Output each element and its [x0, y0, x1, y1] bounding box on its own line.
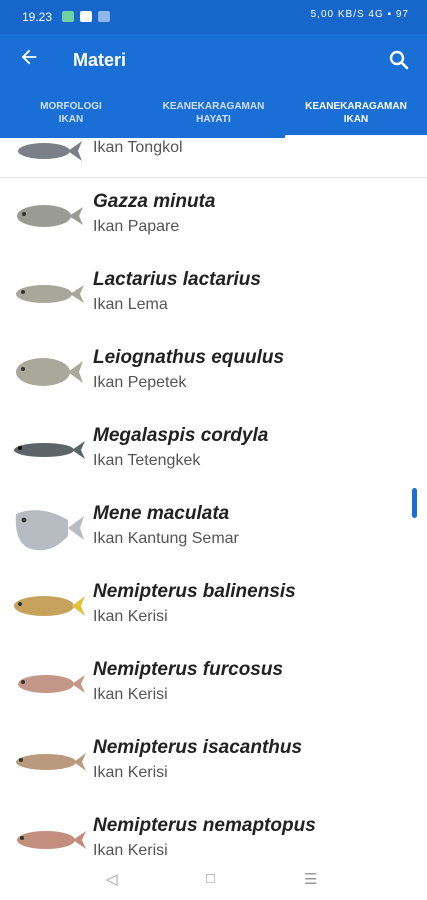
local-name: Ikan Kerisi — [93, 608, 168, 625]
local-name: Ikan Lema — [93, 296, 168, 313]
nav-home-icon[interactable]: □ — [206, 870, 215, 887]
status-bar: 19.23 5,00 KB/S 4G ▪ 97 — [0, 0, 427, 34]
tab-bar: MORFOLOGI IKAN KEANEKARAGAMAN HAYATI KEANE… — [0, 88, 427, 138]
scientific-name: Nemipterus furcosus — [93, 659, 284, 680]
local-name: Ikan Papare — [93, 218, 180, 235]
tab-label-line2: IKAN — [343, 114, 369, 125]
scientific-name: Leiognathus equulus — [93, 347, 285, 368]
list-item[interactable]: Mene maculata Ikan Kantung Semar — [0, 490, 427, 569]
tab-label-line1: KEANEKARAGAMAN — [305, 101, 407, 112]
list-item[interactable]: Leiognathus equulus Ikan Pepetek — [0, 334, 427, 413]
youtube-icon — [80, 11, 92, 22]
fish-image — [16, 753, 86, 771]
tab-label-line2: HAYATI — [196, 114, 231, 125]
system-nav-bar: ◁ □ ☰ — [0, 860, 427, 900]
list-item[interactable]: Megalaspis cordyla Ikan Tetengkek — [0, 412, 427, 491]
fish-image — [15, 510, 84, 551]
back-arrow-icon[interactable] — [18, 46, 40, 74]
local-name: Ikan Kerisi — [93, 686, 168, 703]
local-name: Ikan Tongkol — [93, 139, 183, 156]
tab-keanekaragaman-ikan[interactable]: KEANEKARAGAMAN IKAN — [285, 88, 427, 138]
scientific-name: Nemipterus balinensis — [93, 581, 296, 602]
tab-label-line1: MORFOLOGI — [40, 101, 102, 112]
local-name: Ikan Kantung Semar — [93, 530, 239, 547]
scientific-name: Megalaspis cordyla — [93, 425, 269, 446]
scrollbar-thumb[interactable] — [412, 488, 417, 518]
local-name: Ikan Pepetek — [93, 374, 187, 391]
list-item[interactable]: Nemipterus isacanthus Ikan Kerisi — [0, 724, 427, 803]
status-time: 19.23 — [22, 10, 53, 24]
fish-image — [14, 596, 85, 616]
scientific-name: Nemipterus isacanthus — [93, 737, 303, 758]
fish-image — [18, 141, 82, 161]
scientific-name: Nemipterus nemaptopus — [93, 815, 316, 836]
tab-morfologi-ikan[interactable]: MORFOLOGI IKAN — [0, 88, 142, 138]
list-item[interactable]: Ikan Tongkol — [0, 138, 427, 178]
scientific-name: Mene maculata — [93, 503, 230, 524]
scientific-name: Lactarius lactarius — [93, 269, 261, 290]
local-name: Ikan Tetengkek — [93, 452, 201, 469]
cloud-icon — [98, 11, 110, 22]
fish-image — [17, 205, 83, 227]
list-item[interactable]: Lactarius lactarius Ikan Lema — [0, 256, 427, 335]
fish-image — [14, 441, 85, 459]
list-item[interactable]: Gazza minuta Ikan Papare — [0, 178, 427, 257]
fish-image — [16, 358, 83, 386]
page-title: Materi — [73, 50, 127, 70]
notification-icon — [62, 11, 74, 22]
local-name: Ikan Kerisi — [93, 842, 168, 859]
search-icon[interactable] — [387, 48, 413, 74]
tab-keanekaragaman-hayati[interactable]: KEANEKARAGAMAN HAYATI — [142, 88, 285, 138]
list-item[interactable]: Nemipterus furcosus Ikan Kerisi — [0, 646, 427, 725]
fish-image — [18, 675, 85, 693]
scientific-name: Gazza minuta — [93, 191, 216, 212]
tab-label-line2: IKAN — [58, 114, 84, 125]
list-item[interactable]: Nemipterus balinensis Ikan Kerisi — [0, 568, 427, 647]
local-name: Ikan Kerisi — [93, 764, 168, 781]
fish-list: Ikan Tongkol Gazza minuta Ikan Papare La… — [0, 138, 427, 860]
list-item[interactable]: Nemipterus nemaptopus Ikan Kerisi — [0, 802, 427, 860]
fish-image — [16, 285, 84, 303]
nav-menu-icon[interactable]: ☰ — [304, 870, 317, 888]
status-indicators: 5,00 KB/S 4G ▪ 97 — [310, 9, 409, 20]
tab-label-line1: KEANEKARAGAMAN — [162, 101, 265, 112]
fish-image — [17, 831, 86, 849]
app-bar: Materi — [0, 34, 427, 88]
nav-back-icon[interactable]: ◁ — [106, 870, 118, 888]
